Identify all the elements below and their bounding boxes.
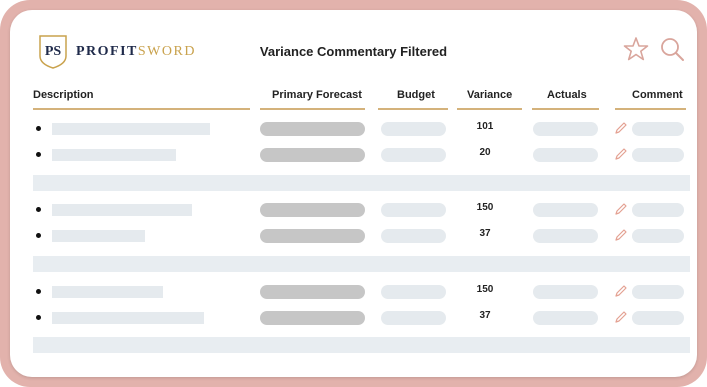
comment-placeholder[interactable] [632, 122, 684, 136]
row-bullet [36, 233, 41, 238]
variance-value: 20 [479, 147, 491, 158]
row-bullet [36, 289, 41, 294]
forecast-placeholder [260, 229, 365, 243]
table-row[interactable]: 101 [10, 115, 697, 141]
budget-placeholder [381, 311, 446, 325]
column-header-primary-forecast[interactable]: Primary Forecast [272, 89, 362, 101]
forecast-placeholder [260, 203, 365, 217]
header-underline-forecast [260, 108, 365, 110]
budget-placeholder [381, 229, 446, 243]
description-placeholder [52, 204, 192, 216]
actuals-placeholder [533, 122, 598, 136]
forecast-placeholder [260, 285, 365, 299]
header-underline-description [33, 108, 250, 110]
row-bullet [36, 315, 41, 320]
table-row[interactable]: 37 [10, 304, 697, 330]
header-underline-variance [457, 108, 522, 110]
budget-placeholder [381, 122, 446, 136]
description-placeholder [52, 149, 176, 161]
header-actions [623, 36, 685, 62]
budget-placeholder [381, 148, 446, 162]
pencil-icon[interactable] [614, 228, 628, 242]
actuals-placeholder [533, 285, 598, 299]
group-separator [33, 337, 690, 353]
column-header-description[interactable]: Description [33, 89, 94, 101]
actuals-placeholder [533, 229, 598, 243]
forecast-placeholder [260, 122, 365, 136]
window-frame: PS PROFITSWORD Variance Commentary Filte… [0, 0, 707, 387]
group-separator [33, 175, 690, 191]
description-placeholder [52, 286, 163, 298]
row-bullet [36, 152, 41, 157]
forecast-placeholder [260, 311, 365, 325]
group-separator [33, 256, 690, 272]
variance-value: 37 [479, 228, 491, 239]
table-row[interactable]: 150 [10, 278, 697, 304]
variance-value: 37 [479, 310, 491, 321]
pencil-icon[interactable] [614, 284, 628, 298]
variance-value: 150 [476, 202, 494, 213]
comment-placeholder[interactable] [632, 285, 684, 299]
forecast-placeholder [260, 148, 365, 162]
row-bullet [36, 207, 41, 212]
column-header-comment[interactable]: Comment [632, 89, 683, 101]
description-placeholder [52, 123, 210, 135]
column-header-actuals[interactable]: Actuals [547, 89, 587, 101]
actuals-placeholder [533, 148, 598, 162]
table-row[interactable]: 150 [10, 196, 697, 222]
header-underline-comment [615, 108, 686, 110]
header-underline-budget [378, 108, 448, 110]
budget-placeholder [381, 203, 446, 217]
row-bullet [36, 126, 41, 131]
pencil-icon[interactable] [614, 121, 628, 135]
comment-placeholder[interactable] [632, 311, 684, 325]
variance-value: 101 [476, 121, 494, 132]
comment-placeholder[interactable] [632, 203, 684, 217]
comment-placeholder[interactable] [632, 148, 684, 162]
pencil-icon[interactable] [614, 202, 628, 216]
star-outline-icon[interactable] [623, 36, 649, 62]
actuals-placeholder [533, 311, 598, 325]
page-title: Variance Commentary Filtered [259, 44, 448, 59]
pencil-icon[interactable] [614, 310, 628, 324]
description-placeholder [52, 312, 204, 324]
pencil-icon[interactable] [614, 147, 628, 161]
header-underline-actuals [532, 108, 599, 110]
table-row[interactable]: 37 [10, 222, 697, 248]
comment-placeholder[interactable] [632, 229, 684, 243]
report-card: PS PROFITSWORD Variance Commentary Filte… [10, 10, 697, 377]
search-icon[interactable] [659, 36, 685, 62]
column-header-variance[interactable]: Variance [467, 89, 512, 101]
variance-value: 150 [476, 284, 494, 295]
table-row[interactable]: 20 [10, 141, 697, 167]
column-header-budget[interactable]: Budget [397, 89, 435, 101]
budget-placeholder [381, 285, 446, 299]
description-placeholder [52, 230, 145, 242]
actuals-placeholder [533, 203, 598, 217]
